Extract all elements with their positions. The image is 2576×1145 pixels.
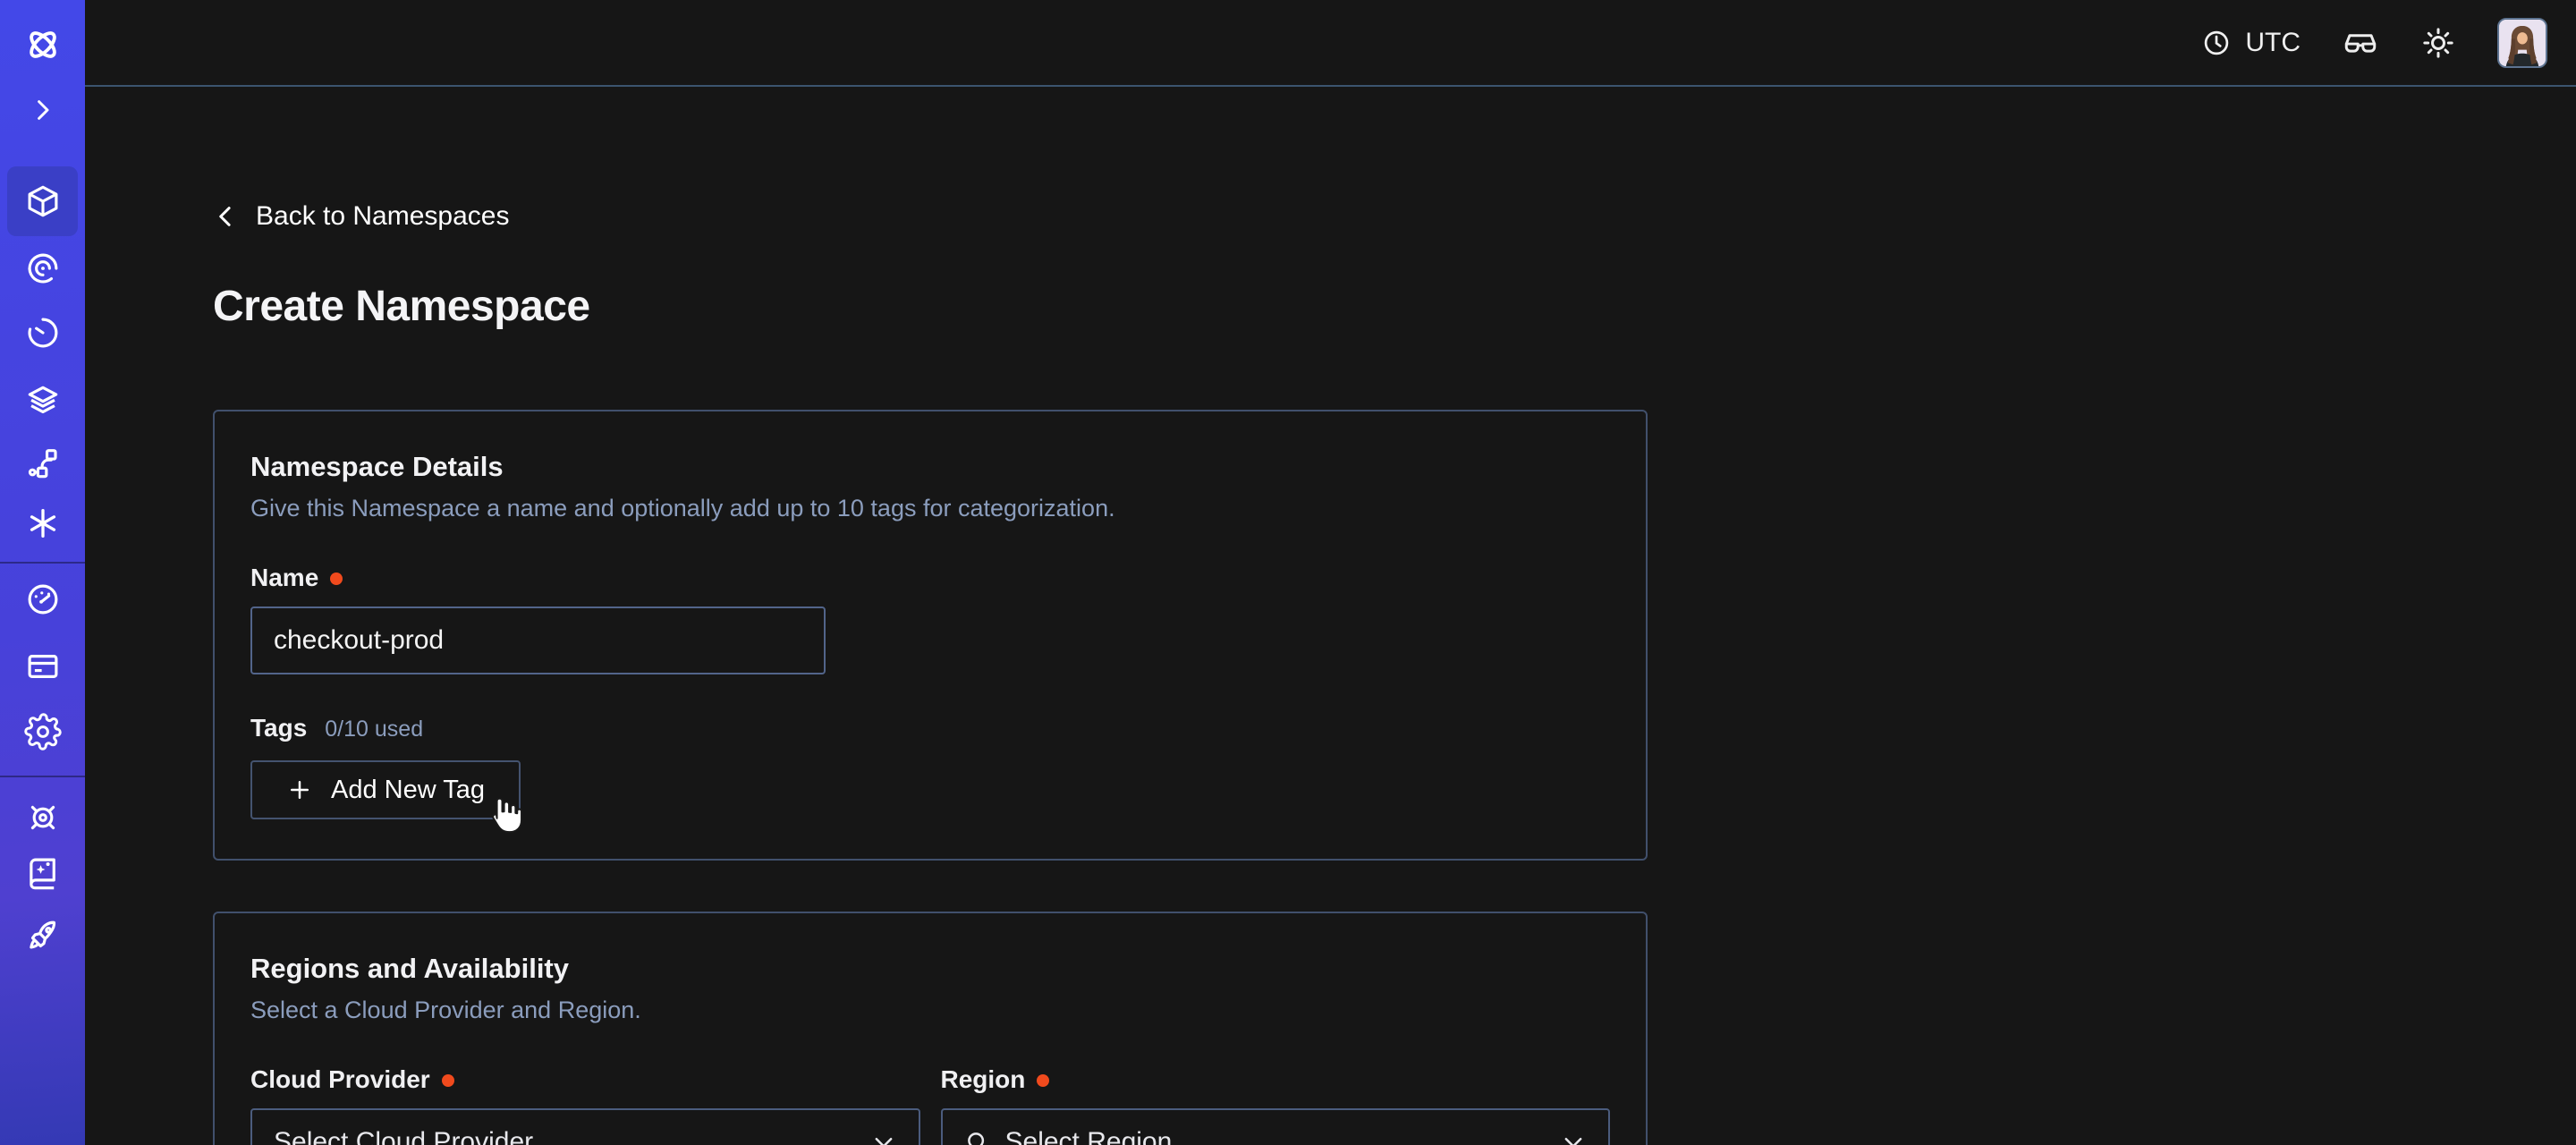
sidebar-item-timer[interactable] <box>0 304 85 361</box>
sidebar-divider <box>0 562 85 564</box>
cloud-provider-label-text: Cloud Provider <box>250 1065 430 1094</box>
required-dot <box>442 1074 454 1087</box>
required-dot <box>1037 1074 1049 1087</box>
chevron-left-icon <box>213 203 240 230</box>
card-title: Namespace Details <box>250 451 1610 483</box>
sidebar-item-branch[interactable] <box>0 435 85 492</box>
back-to-namespaces-link[interactable]: Back to Namespaces <box>213 201 509 232</box>
search-icon <box>964 1129 991 1145</box>
sidebar-item-settings[interactable] <box>0 703 85 760</box>
glasses-icon <box>2342 24 2379 62</box>
sidebar-item-docs[interactable] <box>0 844 85 902</box>
cloud-provider-label: Cloud Provider <box>250 1065 920 1094</box>
add-new-tag-button[interactable]: Add New Tag <box>250 760 521 819</box>
sidebar-item-spiral[interactable] <box>0 240 85 297</box>
plus-icon <box>286 776 313 803</box>
sidebar-item-layers[interactable] <box>0 372 85 429</box>
back-link-label: Back to Namespaces <box>256 201 509 232</box>
sidebar-item-gauge[interactable] <box>0 571 85 628</box>
cloud-provider-select[interactable]: Select Cloud Provider <box>250 1108 920 1145</box>
sidebar-item-support[interactable] <box>0 789 85 846</box>
region-label-text: Region <box>941 1065 1026 1094</box>
labs-toggle[interactable] <box>2342 24 2379 62</box>
sidebar-item-asterisk[interactable] <box>0 495 85 552</box>
tags-used-counter: 0/10 used <box>325 717 423 742</box>
namespace-name-input[interactable] <box>250 606 826 674</box>
tags-label: Tags <box>250 714 307 742</box>
credit-card-icon <box>24 648 62 685</box>
sidebar <box>0 0 85 1145</box>
cloud-provider-placeholder: Select Cloud Provider <box>274 1127 856 1145</box>
namespace-details-card: Namespace Details Give this Namespace a … <box>213 410 1648 861</box>
theme-toggle[interactable] <box>2420 25 2456 61</box>
cube-icon <box>24 182 62 220</box>
chevron-down-icon <box>870 1129 897 1145</box>
name-label-text: Name <box>250 564 318 592</box>
page-title: Create Namespace <box>213 282 1648 331</box>
helm-icon <box>24 799 62 836</box>
card-subtitle: Select a Cloud Provider and Region. <box>250 997 1610 1024</box>
gear-icon <box>24 713 62 751</box>
sidebar-item-billing[interactable] <box>0 638 85 695</box>
temporal-logo-icon[interactable] <box>0 16 85 73</box>
card-subtitle: Give this Namespace a name and optionall… <box>250 495 1610 522</box>
sidebar-item-getting-started[interactable] <box>0 907 85 964</box>
required-dot <box>330 572 343 585</box>
main-content: Back to Namespaces Create Namespace Name… <box>85 89 2576 1145</box>
tags-label-row: Tags 0/10 used <box>250 714 1610 742</box>
user-avatar[interactable] <box>2497 18 2547 68</box>
name-field-label: Name <box>250 564 1610 592</box>
sidebar-item-namespaces[interactable] <box>7 166 78 236</box>
spiral-icon <box>24 250 62 287</box>
provider-region-row: Cloud Provider Select Cloud Provider Reg… <box>250 1065 1610 1145</box>
add-new-tag-label: Add New Tag <box>331 776 485 805</box>
chevron-down-icon <box>1560 1129 1587 1145</box>
branch-icon <box>24 445 62 482</box>
sidebar-divider <box>0 776 85 777</box>
region-label: Region <box>941 1065 1611 1094</box>
avatar-image <box>2499 20 2546 66</box>
sidebar-expand-chevron-icon[interactable] <box>0 81 85 139</box>
rocket-icon <box>24 917 62 954</box>
timer-icon <box>24 314 62 352</box>
timezone-label: UTC <box>2245 28 2301 58</box>
sun-icon <box>2420 25 2456 61</box>
regions-card: Regions and Availability Select a Cloud … <box>213 912 1648 1145</box>
asterisk-icon <box>24 505 62 542</box>
clock-icon <box>2201 28 2232 58</box>
region-placeholder: Select Region <box>1005 1127 1546 1145</box>
region-select[interactable]: Select Region <box>941 1108 1611 1145</box>
book-sparkles-icon <box>24 854 62 892</box>
layers-icon <box>24 382 62 420</box>
topbar: UTC <box>85 0 2576 87</box>
gauge-icon <box>24 581 62 618</box>
timezone-selector[interactable]: UTC <box>2201 28 2301 58</box>
card-title: Regions and Availability <box>250 953 1610 985</box>
